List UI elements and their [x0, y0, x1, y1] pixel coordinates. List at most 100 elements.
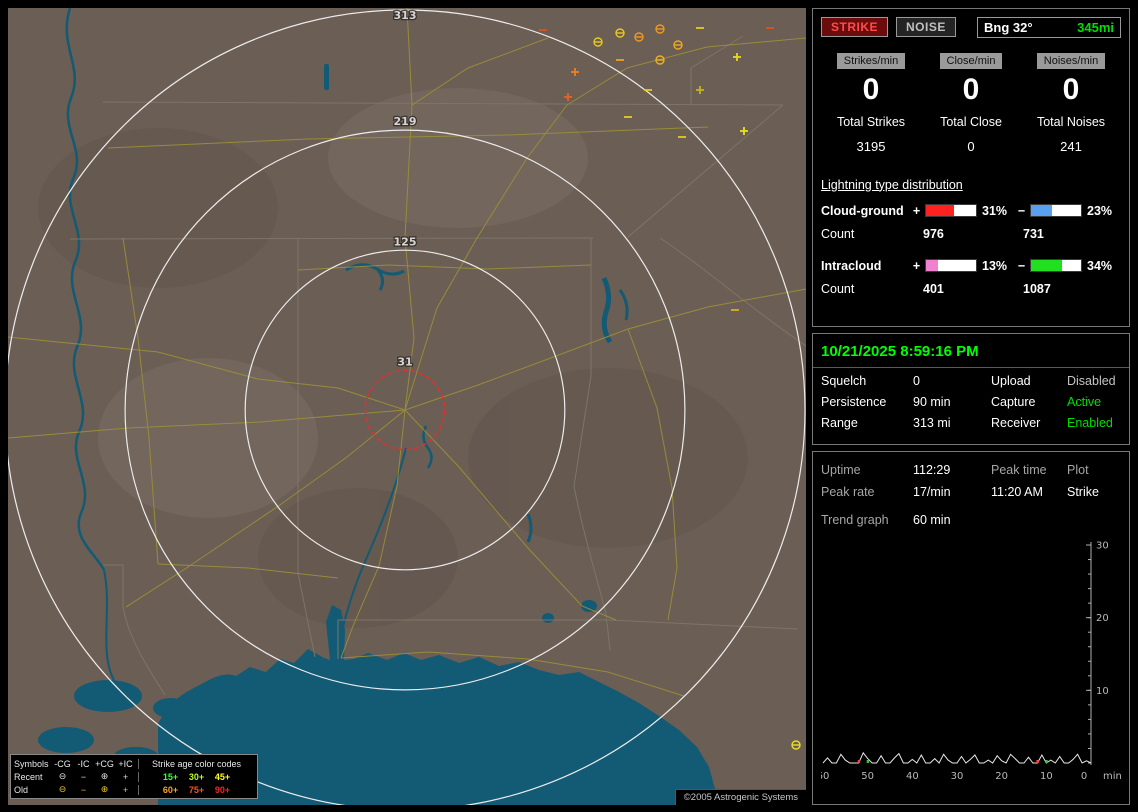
range-label: Range [821, 416, 858, 430]
close-column: Close/min 0 Total Close 0 [921, 51, 1021, 154]
total-close-value: 0 [967, 138, 975, 154]
trendgraph-label: Trend graph [821, 513, 889, 527]
plot-label: Plot [1067, 463, 1089, 477]
svg-text:125: 125 [394, 235, 417, 248]
cg-neg-bar [1030, 204, 1082, 217]
neg-cg-icon: ⊖ [58, 771, 67, 781]
minus-sign: − [1017, 203, 1026, 218]
cg-pos-count: 976 [923, 226, 944, 241]
status-panel: 10/21/2025 8:59:16 PM Squelch 0 Upload D… [812, 333, 1130, 445]
trend-graph: 10 20 30 60 50 40 30 20 10 0 min [817, 541, 1122, 783]
persistence-label: Persistence [821, 395, 887, 409]
strikes-per-min-chip[interactable]: Strikes/min [836, 53, 906, 69]
uptime-label: Uptime [821, 463, 861, 477]
svg-text:20: 20 [1096, 613, 1109, 624]
uptime-value: 112:29 [913, 463, 951, 477]
ic-neg-pct: 34% [1087, 258, 1113, 273]
neg-cg-icon: ⊖ [58, 784, 67, 794]
total-noises-value: 241 [1060, 138, 1082, 154]
peaktime-value: 11:20 AM [991, 485, 1043, 499]
peakrate-label: Peak rate [821, 485, 875, 499]
intracloud-row: Intracloud + 13% − 34% [821, 259, 1121, 273]
total-strikes-label: Total Strikes [836, 114, 906, 129]
age-15: 15+ [162, 771, 179, 782]
age-75: 75+ [188, 784, 205, 795]
range-value: 313 mi [913, 416, 951, 430]
legend-col-pcg: +CG [95, 758, 114, 769]
strike-mode-button[interactable]: STRIKE [821, 17, 889, 37]
neg-ic-icon: − [80, 784, 87, 795]
svg-text:10: 10 [1040, 771, 1053, 782]
intracloud-counts: Count 401 1087 [821, 282, 1121, 296]
datetime-display: 10/21/2025 8:59:16 PM [813, 334, 1129, 368]
bearing-display: Bng 32° 345mi [977, 16, 1121, 38]
svg-text:31: 31 [397, 355, 412, 368]
cg-pos-pct: 31% [982, 203, 1008, 218]
peaktime-label: Peak time [991, 463, 1047, 477]
ic-neg-count: 1087 [1023, 281, 1051, 296]
copyright-label: ©2005 Astrogenic Systems [674, 789, 806, 805]
close-per-min-chip[interactable]: Close/min [939, 53, 1003, 69]
count-label: Count [821, 226, 855, 241]
total-close-label: Total Close [940, 114, 1002, 129]
noises-rate: 0 [1062, 73, 1080, 106]
lightning-map[interactable]: 313 219 125 31 Symbols -CG -IC +CG +IC Stri… [8, 8, 806, 805]
svg-text:30: 30 [951, 771, 964, 782]
noises-column: Noises/min 0 Total Noises 241 [1021, 51, 1121, 154]
svg-text:min: min [1103, 771, 1121, 782]
legend-col-pic: +IC [118, 758, 133, 769]
strikes-rate: 0 [862, 73, 880, 106]
total-noises-label: Total Noises [1036, 114, 1106, 129]
receiver-status: Enabled [1067, 416, 1113, 430]
count-label: Count [821, 281, 855, 296]
cloud-ground-counts: Count 976 731 [821, 227, 1121, 241]
svg-text:313: 313 [394, 9, 417, 22]
trend-panel: Uptime 112:29 Peak time Plot Peak rate 1… [812, 451, 1130, 805]
pos-cg-icon: ⊕ [100, 784, 109, 794]
rate-counters: Strikes/min 0 Total Strikes 3195 Close/m… [821, 51, 1121, 154]
cg-neg-pct: 23% [1087, 203, 1113, 218]
intracloud-label: Intracloud [821, 258, 882, 273]
cg-pos-bar [925, 204, 977, 217]
capture-label: Capture [991, 395, 1036, 409]
cloud-ground-row: Cloud-ground + 31% − 23% [821, 204, 1121, 218]
ic-neg-bar [1030, 259, 1082, 272]
svg-text:40: 40 [906, 771, 919, 782]
legend-recent-label: Recent [14, 771, 43, 782]
peakrate-value: 17/min [913, 485, 951, 499]
trend-window-value: 60 min [913, 513, 951, 527]
age-90: 90+ [214, 784, 231, 795]
legend-col-ncg: -CG [54, 758, 71, 769]
strike-legend: Symbols -CG -IC +CG +IC Strike age color… [10, 754, 258, 799]
noise-mode-button[interactable]: NOISE [896, 17, 956, 37]
upload-label: Upload [991, 374, 1031, 388]
ic-pos-count: 401 [923, 281, 944, 296]
side-panel: STRIKE NOISE Bng 32° 345mi Strikes/min 0… [812, 8, 1130, 811]
svg-text:20: 20 [995, 771, 1008, 782]
squelch-value: 0 [913, 374, 920, 388]
plus-sign: + [912, 203, 921, 218]
age-30: 30+ [188, 771, 205, 782]
legend-symbols-header: Symbols [14, 758, 49, 769]
age-45: 45+ [214, 771, 231, 782]
svg-text:219: 219 [394, 115, 417, 128]
bearing-range: 345mi [1077, 19, 1114, 35]
ic-pos-bar [925, 259, 977, 272]
upload-status: Disabled [1067, 374, 1116, 388]
close-rate: 0 [962, 73, 980, 106]
plot-value: Strike [1067, 485, 1099, 499]
ic-pos-pct: 13% [982, 258, 1008, 273]
legend-age-header: Strike age color codes [138, 758, 254, 769]
bearing-value: Bng 32° [984, 19, 1033, 35]
total-strikes-value: 3195 [856, 138, 886, 154]
noises-per-min-chip[interactable]: Noises/min [1036, 53, 1106, 69]
pos-cg-icon: ⊕ [100, 771, 109, 781]
capture-status: Active [1067, 395, 1102, 409]
minus-sign: − [1017, 258, 1026, 273]
strikes-column: Strikes/min 0 Total Strikes 3195 [821, 51, 921, 154]
svg-text:30: 30 [1096, 541, 1109, 552]
persistence-value: 90 min [913, 395, 951, 409]
svg-text:60: 60 [821, 771, 829, 782]
receiver-label: Receiver [991, 416, 1041, 430]
legend-col-nic: -IC [77, 758, 90, 769]
